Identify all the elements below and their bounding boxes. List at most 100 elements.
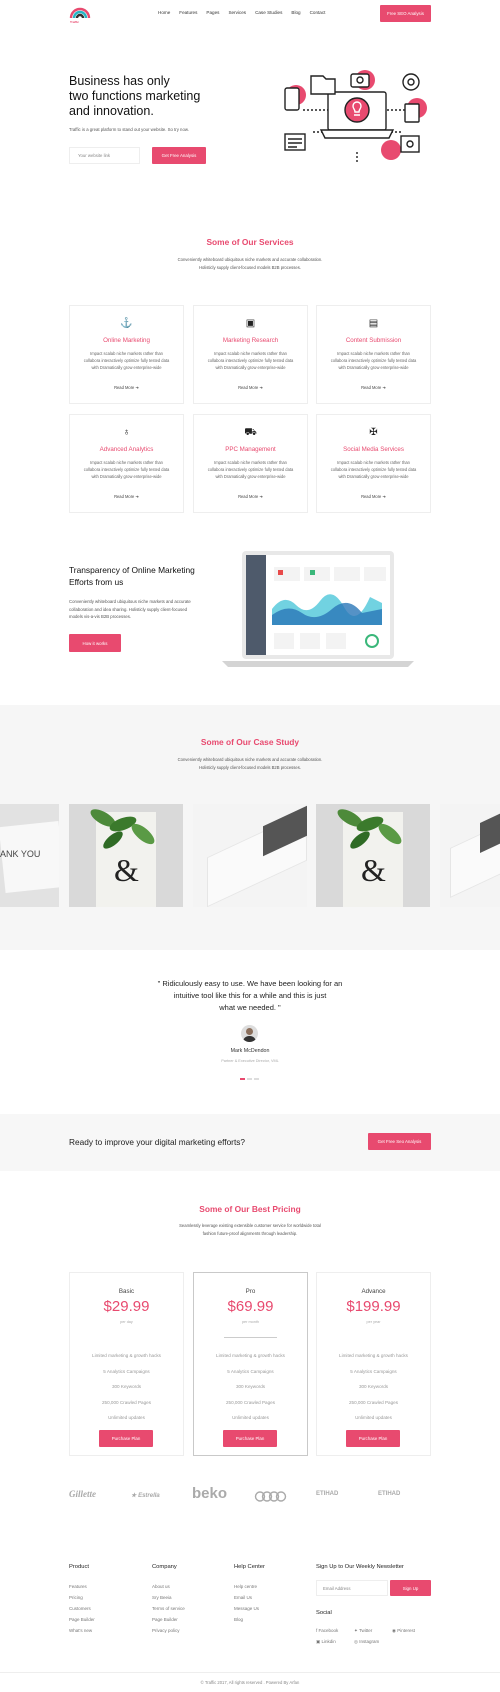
- footer-link[interactable]: About us: [152, 1584, 170, 1589]
- plan-price: $199.99: [346, 1298, 401, 1315]
- nav-case-studies[interactable]: Case Studies: [255, 10, 282, 15]
- footer-link[interactable]: Terms of service: [152, 1606, 185, 1611]
- get-free-seo-analysis-button[interactable]: Get Free Seo Analysis: [368, 1133, 431, 1150]
- case-study-subtitle: Conveniently whiteboard ubiquitous niche…: [177, 757, 323, 770]
- social-link-facebook[interactable]: f Facebook: [316, 1628, 338, 1633]
- case-study-image-ampersand[interactable]: &: [69, 804, 183, 907]
- free-seo-analysis-button[interactable]: Free SEO Analysis: [380, 5, 431, 22]
- plan-name: Advance: [361, 1288, 386, 1295]
- truck-icon: ⛟: [244, 427, 257, 438]
- ampersand-glyph: &: [361, 852, 386, 888]
- website-link-input[interactable]: Your website link: [69, 147, 140, 164]
- leaves-image: [90, 809, 155, 849]
- case-study-image-calculator-2[interactable]: [440, 804, 500, 907]
- cta-text: Ready to improve your digital marketing …: [69, 1137, 246, 1147]
- footer-link[interactable]: Email Us: [234, 1595, 252, 1600]
- case-study-image-thank-you[interactable]: ANK YOU: [0, 804, 59, 907]
- case-study-image-calculator[interactable]: [193, 804, 307, 907]
- read-more-link[interactable]: Read More ➔: [317, 385, 430, 390]
- leaves-image: [337, 809, 402, 849]
- footer-link[interactable]: Customers: [69, 1606, 91, 1611]
- testimonial-author: Mark McDendon: [230, 1048, 270, 1054]
- footer-link[interactable]: What's new: [69, 1628, 92, 1633]
- footer-link[interactable]: Page Builder: [152, 1617, 178, 1622]
- sign-up-button[interactable]: Sign Up: [390, 1580, 431, 1596]
- service-title: Content Submission: [345, 337, 402, 344]
- plan-feature: 300 Keywords: [111, 1384, 142, 1389]
- social-link-instagram[interactable]: ◎ Instagram: [354, 1639, 379, 1645]
- pricing-card-basic: Basic $29.99 per day Limited marketing &…: [69, 1272, 184, 1456]
- facebook-icon: f: [316, 1628, 318, 1633]
- read-more-link[interactable]: Read More ➔: [317, 494, 430, 499]
- social-link-twitter[interactable]: ✦ Twitter: [354, 1628, 372, 1634]
- social-link-pinterest[interactable]: ◉ Pinterest: [392, 1628, 415, 1634]
- plan-feature: Unlimited updates: [355, 1415, 392, 1420]
- newsletter-email-input[interactable]: Email Address: [316, 1580, 388, 1596]
- how-it-works-button[interactable]: How it works: [69, 634, 121, 652]
- read-more-link[interactable]: Read More ➔: [70, 385, 183, 390]
- arrow-right-icon: ➔: [135, 385, 139, 390]
- footer-product-title: Product: [69, 1564, 89, 1570]
- social-link-linkedin[interactable]: ▣ Linkdin: [316, 1639, 336, 1645]
- case-study-image-ampersand-2[interactable]: &: [316, 804, 430, 907]
- service-card-online-marketing[interactable]: ⚓ Online Marketing Impact scalab niche m…: [69, 305, 184, 404]
- main-nav: Home Features Pages Services Case Studie…: [158, 10, 334, 15]
- service-text: Impact scalab niche markets rather than c…: [330, 460, 417, 480]
- footer-link[interactable]: Blog: [234, 1617, 243, 1622]
- carousel-dot[interactable]: [254, 1078, 259, 1080]
- service-title: PPC Management: [225, 446, 276, 453]
- plan-name: Basic: [118, 1288, 135, 1295]
- nav-features[interactable]: Features: [179, 10, 197, 15]
- plan-period: per day: [120, 1320, 133, 1324]
- plan-period: per month: [241, 1320, 260, 1324]
- footer-link[interactable]: Page Builder: [69, 1617, 95, 1622]
- hero-title: Business has only two functions marketin…: [69, 74, 201, 118]
- arrow-right-icon: ➔: [259, 385, 263, 390]
- logo-icon[interactable]: [69, 5, 91, 21]
- nav-blog[interactable]: Blog: [291, 10, 300, 15]
- service-card-content-submission[interactable]: ▤ Content Submission Impact scalab niche…: [316, 305, 431, 404]
- brand-logo-etihad-2: ETIHAD: [378, 1491, 401, 1497]
- service-text: Impact scalab niche markets rather than c…: [330, 351, 417, 371]
- footer-link[interactable]: Pricing: [69, 1595, 83, 1600]
- services-title: Some of Our Services: [206, 237, 294, 247]
- social-title: Social: [316, 1610, 332, 1616]
- service-card-marketing-research[interactable]: ▣ Marketing Research Impact scalab niche…: [193, 305, 308, 404]
- marketing-illustration: [284, 70, 427, 162]
- nav-pages[interactable]: Pages: [206, 10, 219, 15]
- transparency-title: Transparency of Online Marketing Efforts…: [69, 565, 195, 587]
- copyright: © Traffic 2017, All rights reserved . Po…: [200, 1680, 300, 1685]
- hero-subtitle: Traffic is a great platform to stand out…: [69, 127, 189, 132]
- service-card-social-media[interactable]: ✠ Social Media Services Impact scalab ni…: [316, 414, 431, 513]
- purchase-plan-button[interactable]: Purchase Plan: [223, 1430, 277, 1447]
- pricing-subtitle: Seamlessly leverage existing extensible …: [179, 1223, 321, 1236]
- get-free-analysis-button[interactable]: Get Free Analysis: [152, 147, 206, 164]
- footer-link[interactable]: Message Us: [234, 1606, 259, 1611]
- plan-feature: Unlimited updates: [108, 1415, 145, 1420]
- nav-contact[interactable]: Contact: [310, 10, 326, 15]
- plan-feature: Limited marketing & growth hacks: [216, 1353, 285, 1358]
- nav-home[interactable]: Home: [158, 10, 170, 15]
- footer-link[interactable]: Help centre: [234, 1584, 257, 1589]
- plan-price: $29.99: [103, 1298, 150, 1315]
- read-more-link[interactable]: Read More ➔: [194, 385, 307, 390]
- arrow-right-icon: ➔: [259, 494, 263, 499]
- service-card-advanced-analytics[interactable]: ♁ Advanced Analytics Impact scalab niche…: [69, 414, 184, 513]
- brand-logo-audi: [254, 1491, 287, 1502]
- carousel-dot-active[interactable]: [240, 1078, 245, 1080]
- plan-period: per year: [366, 1320, 381, 1324]
- carousel-dot[interactable]: [247, 1078, 252, 1080]
- read-more-link[interactable]: Read More ➔: [70, 494, 183, 499]
- purchase-plan-button[interactable]: Purchase Plan: [346, 1430, 400, 1447]
- footer-link[interactable]: Privacy policy: [152, 1628, 180, 1633]
- plan-feature: 250,000 Crawled Pages: [101, 1400, 152, 1405]
- plan-feature: 300 Keywords: [358, 1384, 389, 1389]
- nav-services[interactable]: Services: [228, 10, 246, 15]
- footer-link[interactable]: Features: [69, 1584, 87, 1589]
- logo-text: Traffic: [70, 20, 80, 24]
- read-more-link[interactable]: Read More ➔: [194, 494, 307, 499]
- purchase-plan-button[interactable]: Purchase Plan: [99, 1430, 153, 1447]
- footer-link[interactable]: Sry Beeia: [152, 1595, 172, 1600]
- service-text: Impact scalab niche markets rather than c…: [83, 460, 170, 480]
- service-card-ppc-management[interactable]: ⛟ PPC Management Impact scalab niche mar…: [193, 414, 308, 513]
